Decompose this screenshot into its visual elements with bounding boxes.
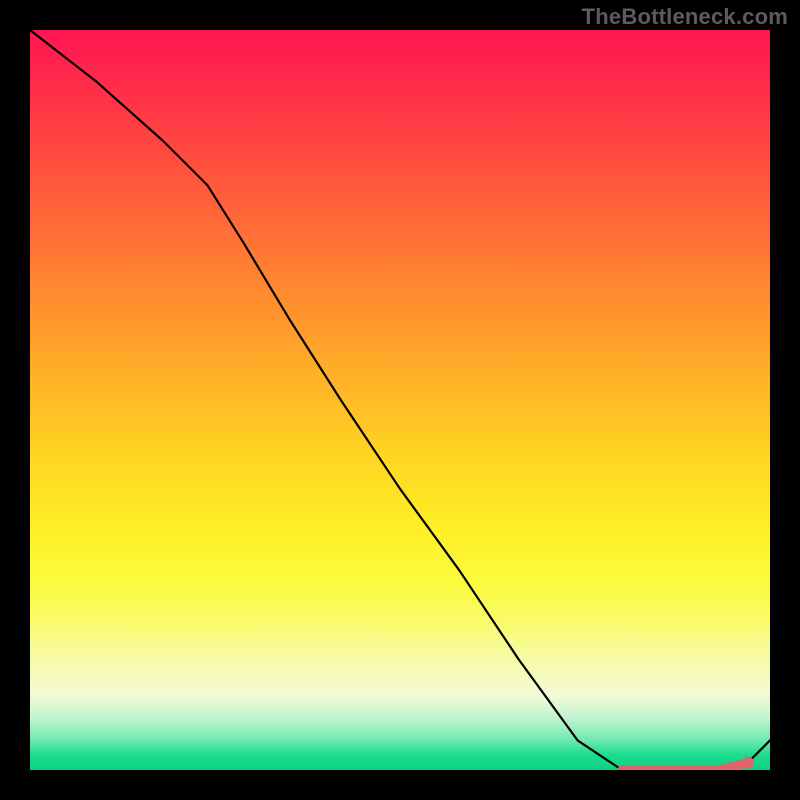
chart-frame: TheBottleneck.com [0, 0, 800, 800]
highlight-end-dot [742, 757, 754, 769]
highlight-segment [622, 763, 748, 770]
watermark-text: TheBottleneck.com [582, 4, 788, 30]
chart-svg [30, 30, 770, 770]
curve-line [30, 30, 770, 770]
plot-area [30, 30, 770, 770]
